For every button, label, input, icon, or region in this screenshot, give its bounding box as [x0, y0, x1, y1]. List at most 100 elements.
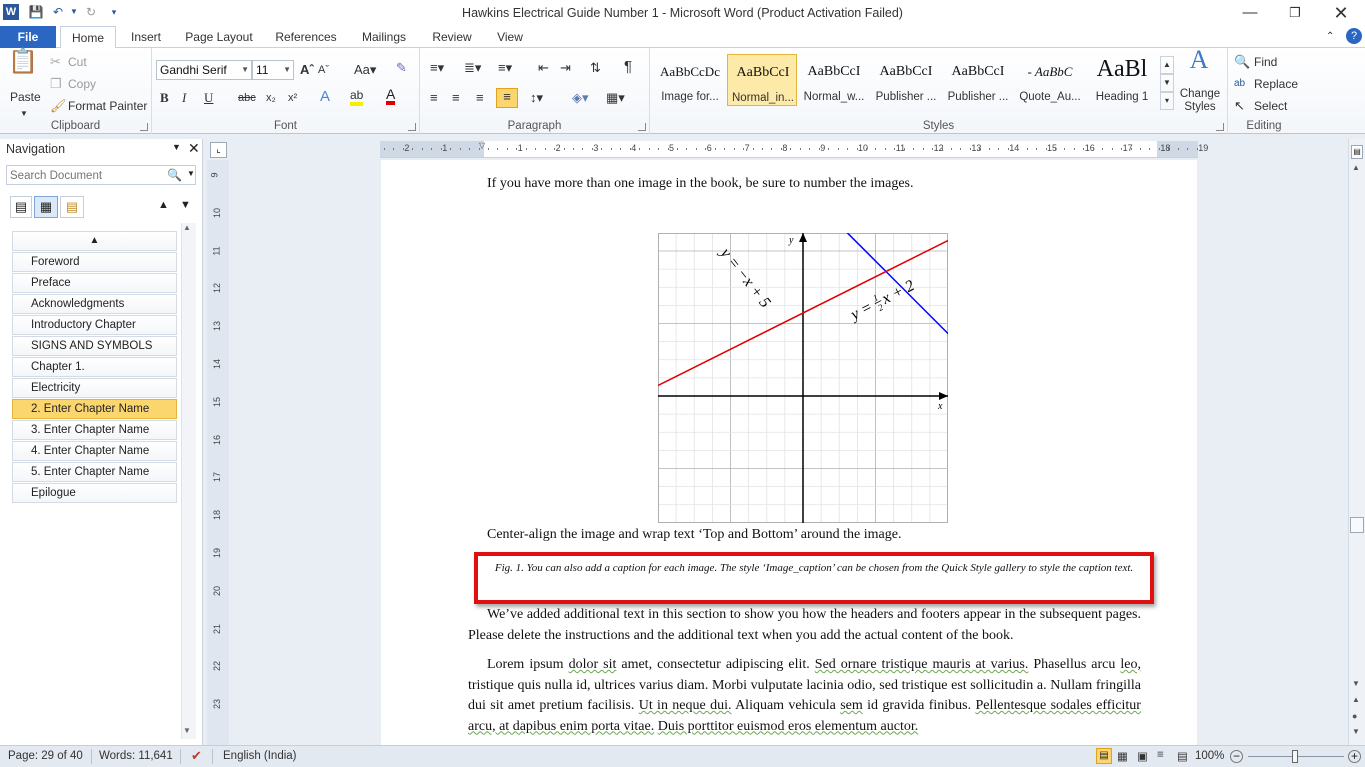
full-screen-reading-icon[interactable]: ▦: [1117, 749, 1128, 763]
highlight-icon[interactable]: ab: [350, 89, 364, 106]
nav-item[interactable]: Acknowledgments: [12, 294, 177, 314]
decrease-indent-icon[interactable]: ⇤: [538, 60, 549, 76]
style-publisher-1[interactable]: AaBbCcI Publisher ...: [871, 54, 941, 106]
nav-scroll-up-icon[interactable]: ▲: [183, 223, 191, 232]
font-color-icon[interactable]: A: [386, 87, 396, 105]
tab-review[interactable]: Review: [424, 26, 480, 48]
change-case-icon[interactable]: Aa▾: [354, 62, 376, 78]
align-right-icon[interactable]: ≡: [476, 90, 484, 106]
italic-icon[interactable]: I: [182, 90, 186, 106]
close-icon[interactable]: ✕: [1318, 0, 1364, 26]
first-line-indent-icon[interactable]: ▽: [479, 141, 485, 150]
nav-scroll-down-icon[interactable]: ▼: [183, 726, 191, 735]
nav-options-icon[interactable]: ▼: [172, 142, 181, 152]
nav-scrollbar[interactable]: ▲ ▼: [181, 223, 196, 739]
paragraph-headers-footers[interactable]: We’ve added additional text in this sect…: [468, 605, 1141, 646]
font-size-dropdown-icon[interactable]: ▼: [283, 61, 291, 79]
paragraph-lorem[interactable]: Lorem ipsum dolor sit amet, consectetur …: [468, 655, 1141, 737]
scroll-down-icon[interactable]: ▼: [1352, 679, 1360, 688]
previous-page-icon[interactable]: ▲: [1352, 695, 1360, 704]
spelling-flagged-run[interactable]: Ut in neque dui.: [639, 698, 732, 713]
cut-button[interactable]: Cut: [68, 54, 87, 70]
font-name-combo[interactable]: Gandhi Serif ▼: [156, 60, 252, 80]
search-input[interactable]: [10, 168, 160, 183]
outline-icon[interactable]: ≡: [1157, 749, 1164, 761]
spelling-flagged-run[interactable]: sem: [840, 698, 863, 713]
style-normal-in[interactable]: AaBbCcI Normal_in...: [727, 54, 797, 106]
increase-indent-icon[interactable]: ⇥: [560, 60, 571, 76]
bullets-icon[interactable]: ≡▾: [430, 60, 444, 76]
restore-icon[interactable]: ❐: [1272, 0, 1318, 26]
style-normal-w[interactable]: AaBbCcI Normal_w...: [799, 54, 869, 106]
style-heading-1[interactable]: AaBl Heading 1: [1087, 54, 1157, 106]
paragraph-center-align[interactable]: Center-align the image and wrap text ‘To…: [487, 525, 1147, 546]
undo-icon[interactable]: ↶: [50, 4, 66, 20]
paste-button[interactable]: Paste: [10, 89, 41, 105]
undo-dropdown-icon[interactable]: ▼: [66, 4, 82, 20]
underline-icon[interactable]: U: [204, 90, 213, 106]
previous-heading-icon[interactable]: ▲: [158, 199, 169, 211]
align-center-icon[interactable]: ≡: [452, 90, 460, 106]
tab-selector-icon[interactable]: ⌞: [210, 142, 227, 158]
paragraph-launcher-icon[interactable]: [638, 123, 646, 131]
collapse-all-icon[interactable]: ▲: [12, 231, 177, 251]
nav-item[interactable]: 3. Enter Chapter Name: [12, 420, 177, 440]
nav-item[interactable]: SIGNS AND SYMBOLS: [12, 336, 177, 356]
horizontal-ruler[interactable]: 2 1 1 2 3 4 5 6 7 8 9 10 11 12 13 14 15 16 17 18 19 ▽: [380, 141, 1208, 158]
numbering-icon[interactable]: ≣▾: [464, 60, 481, 76]
styles-more-icon[interactable]: ▾: [1160, 92, 1174, 110]
borders-icon[interactable]: ▦▾: [606, 90, 625, 106]
nav-item[interactable]: Electricity: [12, 378, 177, 398]
clear-formatting-icon[interactable]: ✎: [396, 60, 407, 76]
justify-icon[interactable]: ≡: [496, 88, 518, 108]
copy-button[interactable]: Copy: [68, 76, 96, 92]
nav-item[interactable]: Chapter 1.: [12, 357, 177, 377]
graph-image[interactable]: y x y = −x + 5 y = 1 2 x + 2: [658, 233, 948, 523]
zoom-slider-thumb[interactable]: [1292, 750, 1298, 763]
show-hide-icon[interactable]: ¶: [624, 59, 632, 75]
search-icon[interactable]: 🔍: [167, 168, 182, 182]
nav-item-selected[interactable]: 2. Enter Chapter Name: [12, 399, 177, 419]
language[interactable]: English (India): [223, 750, 297, 762]
tab-page-layout[interactable]: Page Layout: [178, 26, 260, 48]
nav-item[interactable]: Epilogue: [12, 483, 177, 503]
nav-item[interactable]: Introductory Chapter: [12, 315, 177, 335]
styles-scroll-up-icon[interactable]: ▲: [1160, 56, 1174, 74]
browse-pages-icon[interactable]: ▦: [34, 196, 58, 218]
next-heading-icon[interactable]: ▼: [180, 199, 191, 211]
format-painter-button[interactable]: Format Painter: [68, 98, 147, 114]
draft-icon[interactable]: ▤: [1177, 749, 1188, 763]
scroll-up-icon[interactable]: ▲: [1352, 163, 1360, 172]
paste-icon[interactable]: 📋: [8, 50, 38, 86]
style-quote-au[interactable]: - AaBbC Quote_Au...: [1015, 54, 1085, 106]
nav-item[interactable]: Preface: [12, 273, 177, 293]
save-icon[interactable]: 💾: [28, 4, 44, 20]
styles-launcher-icon[interactable]: [1216, 123, 1224, 131]
bold-icon[interactable]: B: [160, 90, 169, 106]
tab-insert[interactable]: Insert: [120, 26, 172, 48]
browse-results-icon[interactable]: ▤: [60, 196, 84, 218]
select-button[interactable]: Select: [1254, 98, 1287, 114]
web-layout-icon[interactable]: ▣: [1137, 749, 1148, 763]
tab-mailings[interactable]: Mailings: [352, 26, 416, 48]
view-ruler-icon[interactable]: ▤: [1351, 145, 1363, 159]
zoom-out-icon[interactable]: −: [1230, 750, 1243, 763]
select-browse-object-icon[interactable]: ●: [1352, 711, 1357, 721]
nav-item[interactable]: 5. Enter Chapter Name: [12, 462, 177, 482]
browse-headings-icon[interactable]: ▤: [10, 196, 32, 218]
align-left-icon[interactable]: ≡: [430, 90, 438, 106]
styles-scroll-down-icon[interactable]: ▼: [1160, 74, 1174, 92]
redo-icon[interactable]: ↻: [83, 4, 99, 20]
document-scrollbar[interactable]: ▤ ▲ ▼ ▲ ● ▼: [1348, 139, 1365, 745]
style-image-for[interactable]: AaBbCcDc Image for...: [655, 54, 725, 106]
minimize-ribbon-icon[interactable]: ⌃: [1326, 29, 1334, 45]
tab-references[interactable]: References: [268, 26, 344, 48]
tab-file[interactable]: File: [0, 26, 56, 48]
shrink-font-icon[interactable]: Aˇ: [318, 62, 329, 78]
font-size-combo[interactable]: 11 ▼: [252, 60, 294, 80]
multilevel-list-icon[interactable]: ≡▾: [498, 60, 512, 76]
subscript-icon[interactable]: x₂: [266, 90, 276, 106]
search-dropdown-icon[interactable]: ▼: [187, 169, 195, 178]
change-styles-button[interactable]: Change Styles: [1178, 88, 1222, 114]
minimize-icon[interactable]: —: [1227, 0, 1273, 26]
